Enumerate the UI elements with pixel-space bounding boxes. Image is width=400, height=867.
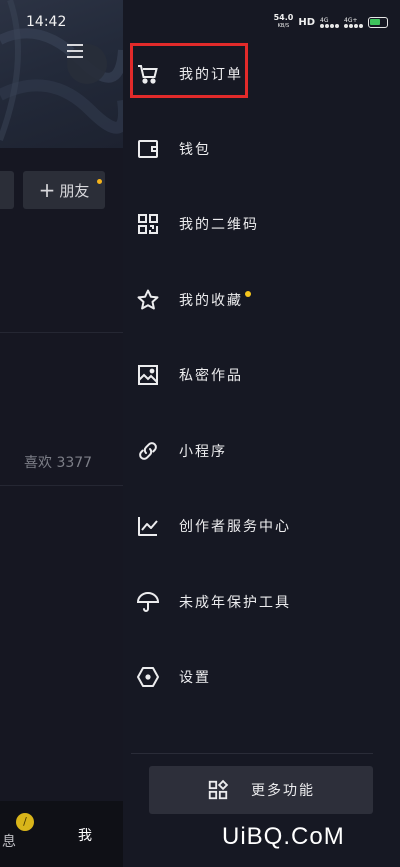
hd-indicator: HD xyxy=(298,16,315,28)
new-dot xyxy=(245,291,251,297)
menu-item-label: 创作者服务中心 xyxy=(179,519,291,535)
signal-2-icon: 4G+ xyxy=(344,17,363,28)
drawer-divider xyxy=(131,753,373,754)
menu-item-label: 小程序 xyxy=(179,444,227,460)
signal-1-icon: 4G xyxy=(320,17,339,28)
notification-dot xyxy=(97,179,102,184)
menu-item-creator-center[interactable]: 创作者服务中心 xyxy=(135,506,385,546)
link-icon xyxy=(135,438,161,464)
edit-profile-button[interactable] xyxy=(0,171,14,209)
tab-message[interactable]: 息 xyxy=(2,831,16,851)
wallet-icon xyxy=(135,136,161,162)
plus-icon: + xyxy=(38,178,56,202)
menu-item-wallet[interactable]: 钱包 xyxy=(135,129,385,169)
battery-icon xyxy=(368,16,388,28)
more-features-label: 更多功能 xyxy=(251,783,315,799)
divider xyxy=(0,485,123,486)
menu-item-label: 设置 xyxy=(179,670,211,686)
profile-cover: 14:42 xyxy=(0,0,123,148)
add-friend-button[interactable]: + 朋友 xyxy=(23,171,105,209)
tab-me[interactable]: 我 xyxy=(78,825,92,845)
menu-item-favorites[interactable]: 我的收藏 xyxy=(135,280,385,320)
menu-item-label: 我的收藏 xyxy=(179,293,243,309)
menu-item-minor-protection[interactable]: 未成年保护工具 xyxy=(135,582,385,622)
hamburger-icon xyxy=(67,44,83,58)
apps-icon xyxy=(208,779,229,800)
umbrella-icon xyxy=(135,589,161,615)
highlight-box xyxy=(130,43,248,98)
bottom-tab-bar: 息 / 我 xyxy=(0,801,123,867)
message-badge: / xyxy=(16,813,34,831)
divider xyxy=(0,332,123,333)
menu-item-label: 钱包 xyxy=(179,142,211,158)
menu-item-private-works[interactable]: 私密作品 xyxy=(135,355,385,395)
more-features-button[interactable]: 更多功能 xyxy=(149,766,373,814)
status-time: 14:42 xyxy=(26,14,67,30)
menu-item-label: 未成年保护工具 xyxy=(179,595,291,611)
menu-item-label: 我的二维码 xyxy=(179,217,259,233)
chart-icon xyxy=(135,513,161,539)
menu-item-label: 私密作品 xyxy=(179,368,243,384)
image-icon xyxy=(135,362,161,388)
likes-tab[interactable]: 喜欢 3377 xyxy=(24,452,92,472)
hamburger-menu-button[interactable] xyxy=(67,44,107,84)
qrcode-icon xyxy=(135,211,161,237)
add-friend-label: 朋友 xyxy=(59,181,90,200)
menu-item-settings[interactable]: 设置 xyxy=(135,657,385,697)
side-drawer: 54.0 KB/S HD 4G 4G+ 我的订单 钱包 我的二维码 我的收藏 私… xyxy=(123,0,400,867)
watermark: UiBQ.CoM xyxy=(222,823,345,850)
hexagon-icon xyxy=(135,664,161,690)
profile-page-background: 14:42 + 朋友 喜欢 3377 息 / 我 xyxy=(0,0,123,867)
menu-item-qrcode[interactable]: 我的二维码 xyxy=(135,204,385,244)
star-icon xyxy=(135,287,161,313)
menu-item-mini-programs[interactable]: 小程序 xyxy=(135,431,385,471)
network-speed: 54.0 KB/S xyxy=(273,13,294,30)
status-bar-indicators: 54.0 KB/S HD 4G 4G+ xyxy=(274,14,388,30)
